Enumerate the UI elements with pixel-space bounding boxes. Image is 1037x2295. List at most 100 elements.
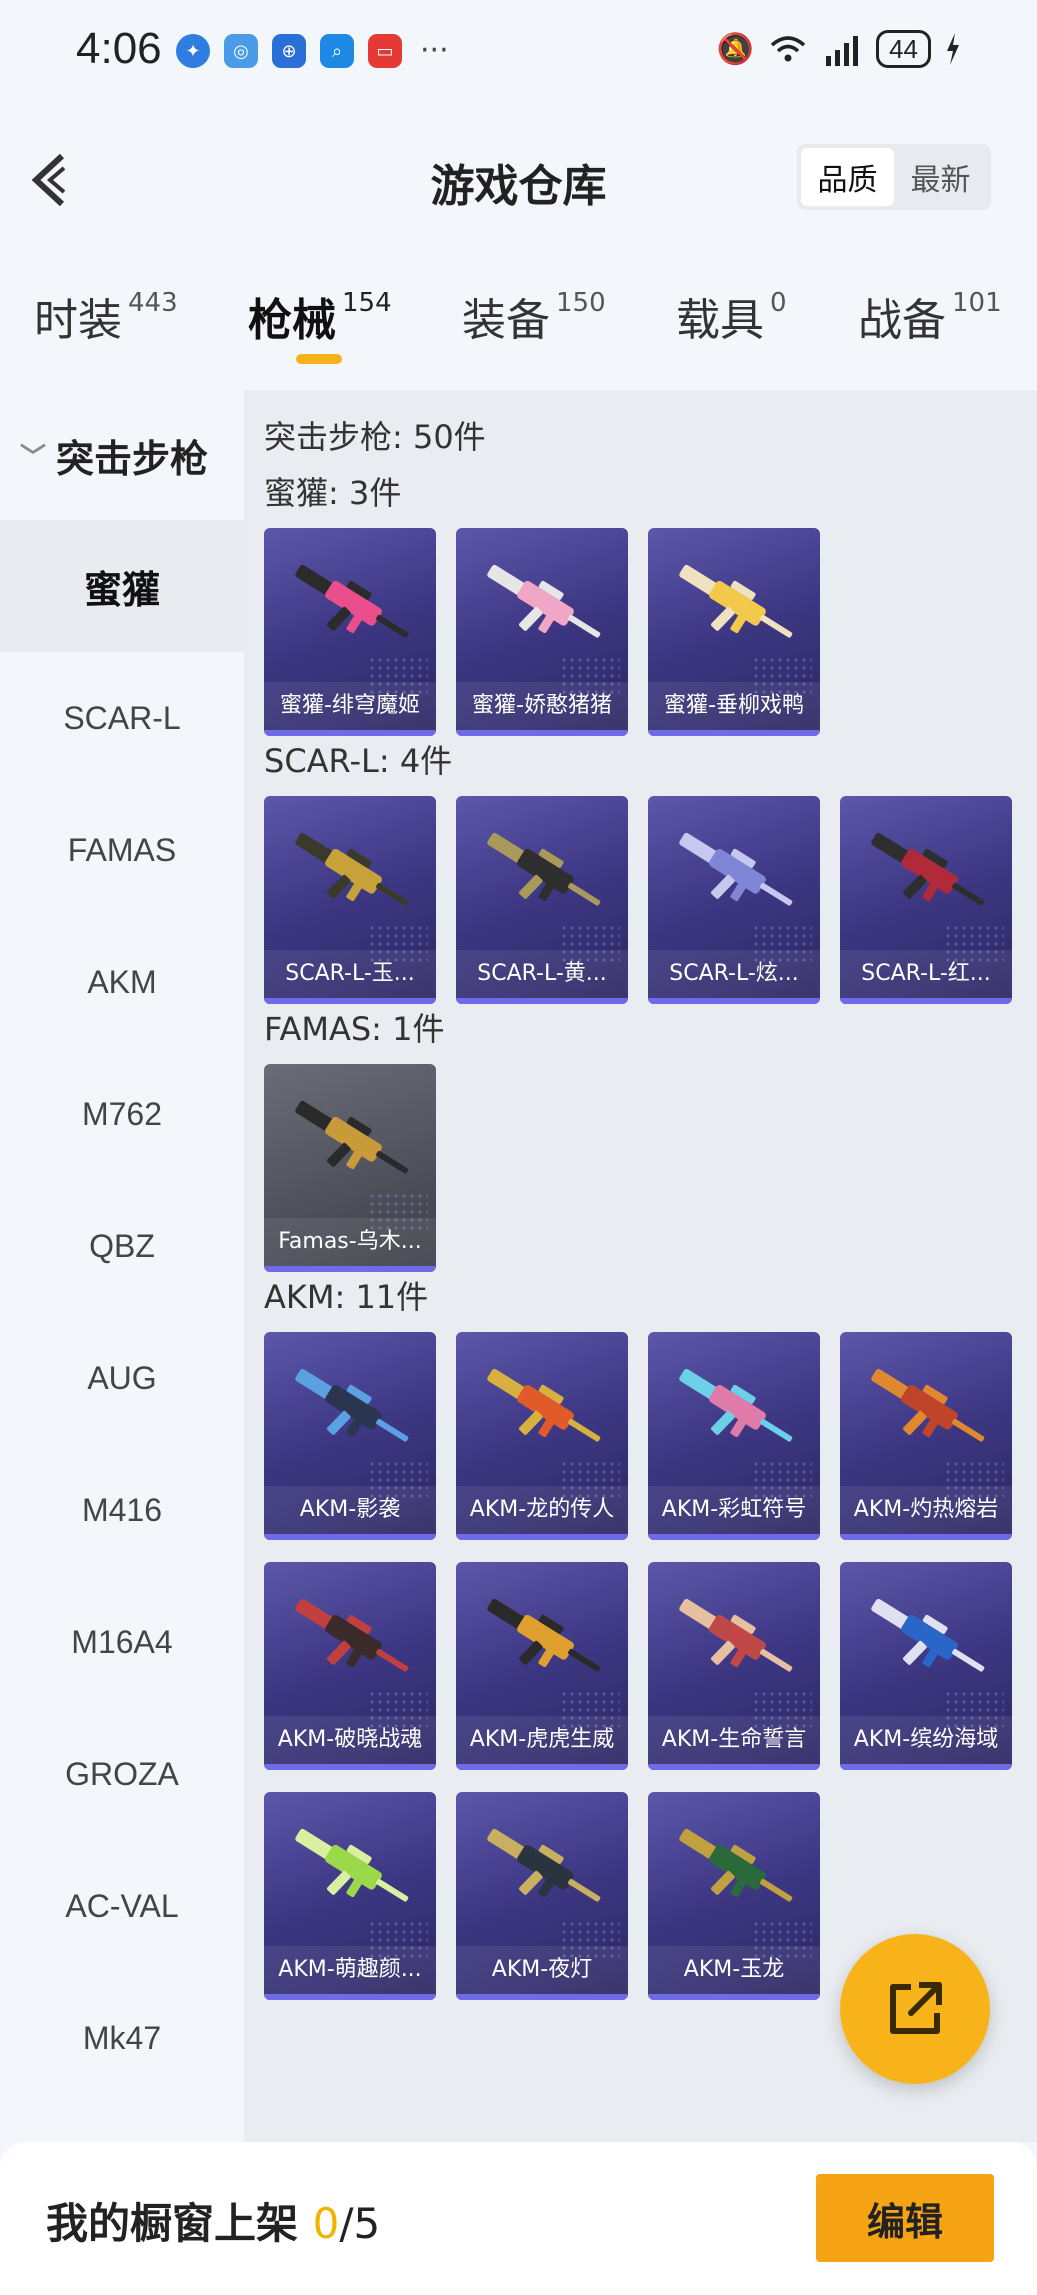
- search-notification-icon: ⌕: [320, 34, 354, 68]
- weapon-name: SCAR-L-炫...: [648, 950, 820, 998]
- rifle-icon: [871, 1368, 985, 1442]
- weapon-name: AKM-破晓战魂: [264, 1716, 436, 1764]
- quality-bar: [648, 1994, 820, 2000]
- share-button[interactable]: [840, 1934, 990, 2084]
- tab-fashion[interactable]: 时装 443: [34, 284, 178, 348]
- quality-bar: [648, 1534, 820, 1540]
- showcase-count: 0: [312, 2199, 340, 2248]
- battery-indicator: 44: [876, 30, 931, 68]
- tab-count: 150: [556, 288, 606, 318]
- sort-quality-option[interactable]: 品质: [801, 148, 894, 206]
- weapon-name: AKM-玉龙: [648, 1946, 820, 1994]
- showcase-bar: 我的橱窗上架 0/5 编辑: [0, 2142, 1037, 2295]
- rifle-icon: [679, 1598, 793, 1672]
- header: 游戏仓库 品质 最新: [0, 120, 1037, 240]
- sidebar-item-m762[interactable]: M762: [0, 1048, 244, 1180]
- sidebar-item-scar-l[interactable]: SCAR-L: [0, 652, 244, 784]
- weapon-card[interactable]: SCAR-L-红...: [840, 796, 1012, 1004]
- weapon-card[interactable]: AKM-灼热熔岩: [840, 1332, 1012, 1540]
- tab-weapons[interactable]: 枪械 154: [248, 284, 392, 364]
- section-title: AKM: 11件: [264, 1278, 429, 1316]
- mute-icon: 🔕: [716, 31, 755, 67]
- rifle-icon: [295, 1368, 409, 1442]
- tab-count: 154: [342, 288, 392, 318]
- app-notification-icon: ✦: [176, 34, 210, 68]
- weapon-card[interactable]: AKM-龙的传人: [456, 1332, 628, 1540]
- weapon-name: 蜜獾-垂柳戏鸭: [648, 682, 820, 730]
- rifle-icon: [295, 832, 409, 906]
- weapon-name: AKM-灼热熔岩: [840, 1486, 1012, 1534]
- weapon-name: SCAR-L-红...: [840, 950, 1012, 998]
- rifle-icon: [871, 832, 985, 906]
- wifi-icon: [770, 36, 806, 62]
- sidebar-item-aug[interactable]: AUG: [0, 1312, 244, 1444]
- sidebar-item-ac-val[interactable]: AC-VAL: [0, 1840, 244, 1972]
- sidebar-item-famas[interactable]: FAMAS: [0, 784, 244, 916]
- weapon-card[interactable]: AKM-缤纷海域: [840, 1562, 1012, 1770]
- weapon-card[interactable]: SCAR-L-黄...: [456, 796, 628, 1004]
- weapon-card[interactable]: AKM-夜灯: [456, 1792, 628, 2000]
- status-bar: 4:06 ✦ ◎ ⊕ ⌕ ▭ ··· 🔕 44: [0, 0, 1037, 100]
- weapon-name: AKM-萌趣颜...: [264, 1946, 436, 1994]
- sort-latest-option[interactable]: 最新: [894, 148, 987, 206]
- tab-count: 443: [128, 288, 178, 318]
- weapon-name: AKM-缤纷海域: [840, 1716, 1012, 1764]
- rifle-icon: [295, 1598, 409, 1672]
- tab-label: 时装: [34, 295, 122, 346]
- rifle-icon: [487, 832, 601, 906]
- quality-bar: [648, 998, 820, 1004]
- sidebar-item-groza[interactable]: GROZA: [0, 1708, 244, 1840]
- quality-bar: [456, 1764, 628, 1770]
- quality-bar: [648, 1764, 820, 1770]
- tab-label: 枪械: [248, 295, 336, 346]
- signal-icon: [826, 36, 859, 66]
- tab-label: 装备: [462, 295, 550, 346]
- notification-icons: ✦ ◎ ⊕ ⌕ ▭ ···: [176, 34, 449, 68]
- weapon-name: AKM-生命誓言: [648, 1716, 820, 1764]
- sidebar-category[interactable]: ﹀ 突击步枪: [0, 390, 244, 520]
- more-notifications-icon: ···: [420, 33, 449, 68]
- weapon-card[interactable]: AKM-玉龙: [648, 1792, 820, 2000]
- weapon-card[interactable]: 蜜獾-垂柳戏鸭: [648, 528, 820, 736]
- tab-label: 战备: [858, 295, 946, 346]
- weapon-card[interactable]: AKM-虎虎生威: [456, 1562, 628, 1770]
- sidebar-item-akm[interactable]: AKM: [0, 916, 244, 1048]
- weapon-name: Famas-乌木...: [264, 1218, 436, 1266]
- edit-button[interactable]: 编辑: [816, 2174, 994, 2262]
- rifle-icon: [487, 564, 601, 638]
- rifle-icon: [679, 1828, 793, 1902]
- weapon-card[interactable]: AKM-彩虹符号: [648, 1332, 820, 1540]
- rifle-icon: [487, 1368, 601, 1442]
- weapon-card[interactable]: 蜜獾-绯穹魔姬: [264, 528, 436, 736]
- sidebar-item-m16a4[interactable]: M16A4: [0, 1576, 244, 1708]
- tab-supplies[interactable]: 战备 101: [858, 284, 1002, 348]
- weapon-card[interactable]: AKM-萌趣颜...: [264, 1792, 436, 2000]
- tab-vehicles[interactable]: 载具 0: [676, 284, 787, 348]
- tab-count: 101: [952, 288, 1002, 318]
- charging-icon: [947, 33, 959, 65]
- weapon-card[interactable]: 蜜獾-娇憨猪猪: [456, 528, 628, 736]
- weapon-card[interactable]: Famas-乌木...: [264, 1064, 436, 1272]
- sidebar-item-honeybadger[interactable]: 蜜獾: [0, 520, 244, 652]
- status-time: 4:06: [76, 24, 162, 73]
- quality-bar: [840, 1534, 1012, 1540]
- sidebar-item-qbz[interactable]: QBZ: [0, 1180, 244, 1312]
- weapon-type-sidebar: ﹀ 突击步枪 蜜獾 SCAR-L FAMAS AKM M762 QBZ AUG …: [0, 390, 244, 2142]
- sidebar-category-label: 突击步枪: [56, 436, 209, 481]
- chevron-down-icon: ﹀: [20, 442, 47, 473]
- weapon-card[interactable]: AKM-生命誓言: [648, 1562, 820, 1770]
- weapon-name: AKM-影袭: [264, 1486, 436, 1534]
- rifle-icon: [295, 1100, 409, 1174]
- weapon-card[interactable]: AKM-破晓战魂: [264, 1562, 436, 1770]
- section-title: FAMAS: 1件: [264, 1010, 445, 1048]
- sidebar-item-mk47[interactable]: Mk47: [0, 1972, 244, 2104]
- quality-bar: [264, 1534, 436, 1540]
- quality-bar: [840, 998, 1012, 1004]
- sidebar-item-m416[interactable]: M416: [0, 1444, 244, 1576]
- tab-equipment[interactable]: 装备 150: [462, 284, 606, 348]
- tab-count: 0: [770, 288, 787, 318]
- weapon-card[interactable]: SCAR-L-炫...: [648, 796, 820, 1004]
- weapon-card[interactable]: SCAR-L-玉...: [264, 796, 436, 1004]
- section-title: SCAR-L: 4件: [264, 742, 453, 780]
- weapon-card[interactable]: AKM-影袭: [264, 1332, 436, 1540]
